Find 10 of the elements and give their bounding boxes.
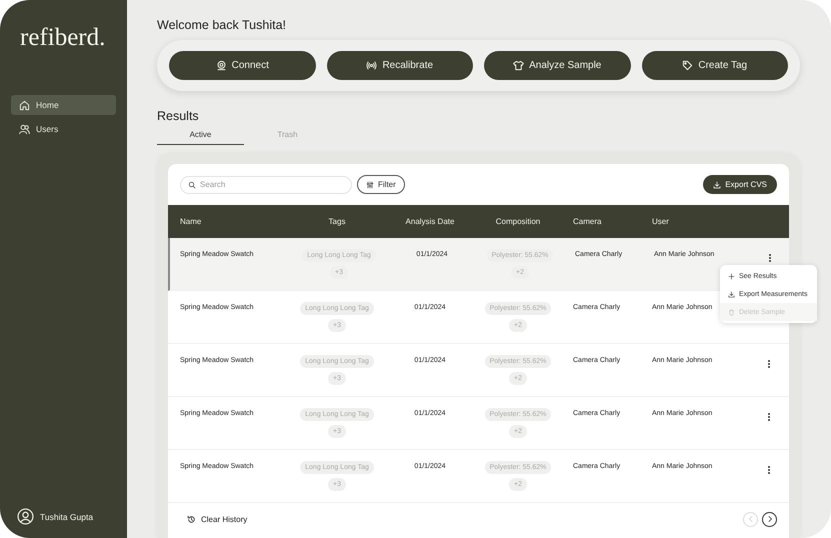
- logo: refiberd.: [19, 23, 106, 53]
- column-header: Composition: [494, 217, 542, 226]
- column-header: User: [651, 217, 670, 226]
- greeting: Welcome back Tushita!: [157, 17, 287, 34]
- column-header: Camera: [572, 217, 602, 226]
- user-name: Tushita Gupta: [40, 512, 94, 522]
- section-title: Results: [157, 109, 200, 123]
- column-header: Name: [179, 217, 202, 226]
- column-header: Analysis Date: [404, 217, 456, 226]
- column-header: Tags: [328, 217, 346, 226]
